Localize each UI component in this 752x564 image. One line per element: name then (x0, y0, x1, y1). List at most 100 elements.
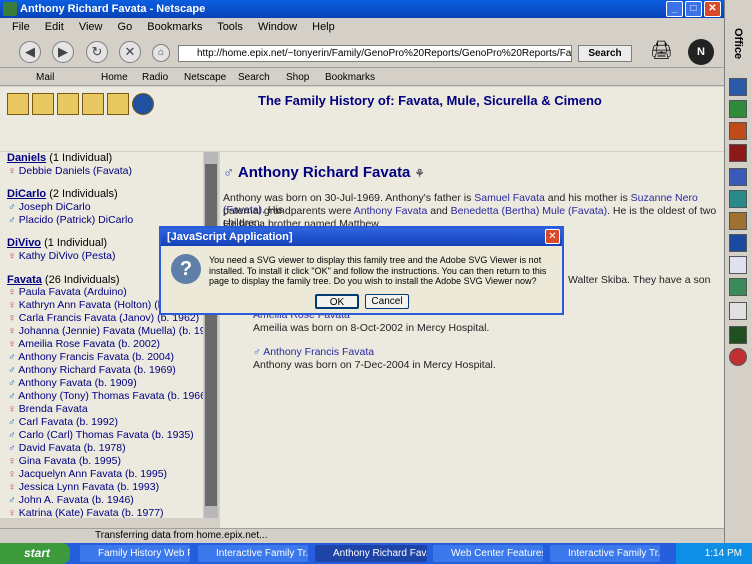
family-heading[interactable]: DiCarlo (2 Individuals) (7, 188, 118, 200)
shortcut-icon[interactable] (729, 278, 747, 296)
list-item[interactable]: ♀ Jessica Lynn Favata (b. 1993) (8, 481, 159, 493)
list-item[interactable]: ♀ Debbie Daniels (Favata) (8, 165, 132, 177)
bookmarks-link[interactable]: Bookmarks (325, 69, 375, 86)
list-item[interactable]: ♀ Katrina (Kate) Favata (b. 1977) (8, 507, 164, 518)
netscape-logo: N (688, 39, 714, 65)
menu-help[interactable]: Help (312, 21, 335, 33)
list-item[interactable]: ♀ Ameilia Rose Favata (b. 2002) (8, 338, 160, 350)
tree-icon[interactable] (107, 93, 129, 115)
menu-go[interactable]: Go (118, 21, 133, 33)
list-item[interactable]: ♀ Kathy DiVivo (Pesta) (8, 250, 115, 262)
home-icon[interactable]: ⌂ (152, 44, 170, 62)
list-item[interactable]: ♀ Paula Favata (Arduino) (8, 286, 127, 298)
back-icon[interactable]: ◀ (19, 41, 41, 63)
print-icon[interactable]: 🖨 (650, 40, 676, 64)
father-link[interactable]: Samuel Favata (474, 192, 545, 204)
family-heading[interactable]: Daniels (1 Individual) (7, 152, 112, 164)
person-heading: ♂ Anthony Richard Favata ⚘ (223, 164, 425, 181)
taskbar-item[interactable]: Anthony Richard Fav... (315, 545, 427, 562)
access-icon[interactable] (729, 144, 747, 162)
list-item[interactable]: ♀ Johanna (Jennie) Favata (Muella) (b. 1… (8, 325, 203, 337)
family-icon[interactable] (82, 93, 104, 115)
stop-icon[interactable]: ✕ (119, 41, 141, 63)
shortcut-icon[interactable] (729, 326, 747, 344)
list-item[interactable]: ♂ Anthony (Tony) Thomas Favata (b. 1966) (8, 390, 203, 402)
shortcut-icon[interactable] (729, 348, 747, 366)
word-icon[interactable] (729, 78, 747, 96)
dialog-message: You need a SVG viewer to display this fa… (209, 255, 547, 286)
shortcut-icon[interactable] (729, 234, 747, 252)
child-link[interactable]: ♂ Anthony Francis Favata (253, 346, 374, 358)
list-item[interactable]: ♂ Anthony Richard Favata (b. 1969) (8, 364, 176, 376)
dialog-close-button[interactable]: ✕ (545, 229, 560, 244)
office-shortcut-bar: Office (724, 0, 752, 543)
outlook-icon[interactable] (729, 168, 747, 186)
list-item[interactable]: ♀ Brenda Favata (8, 403, 88, 415)
list-item[interactable]: ♂ Anthony Favata (b. 1909) (8, 377, 137, 389)
taskbar-item[interactable]: Family History Web P... (80, 545, 190, 562)
minimize-button[interactable]: _ (666, 1, 683, 17)
family-heading[interactable]: Favata (26 Individuals) (7, 274, 120, 286)
home-nav-icon[interactable] (7, 93, 29, 115)
start-button[interactable]: start (0, 543, 70, 564)
reload-icon[interactable]: ↻ (86, 41, 108, 63)
radio-link[interactable]: Radio (142, 69, 168, 86)
search-button[interactable]: Search (578, 45, 632, 62)
spouse-text: Walter Skiba. They have a son (568, 274, 711, 286)
list-item[interactable]: ♀ Jacquelyn Ann Favata (b. 1995) (8, 468, 167, 480)
personal-toolbar: Mail Home Radio Netscape Search Shop Boo… (0, 69, 724, 86)
index-scrollbar[interactable] (204, 152, 218, 518)
ok-button[interactable]: OK (315, 294, 359, 309)
list-item[interactable]: ♂ Joseph DiCarlo (8, 201, 91, 213)
shop-link[interactable]: Shop (286, 69, 309, 86)
home-link[interactable]: Home (101, 69, 128, 86)
menu-tools[interactable]: Tools (217, 21, 243, 33)
menu-edit[interactable]: Edit (45, 21, 64, 33)
maximize-button[interactable]: □ (685, 1, 702, 17)
list-item[interactable]: ♂ Placido (Patrick) DiCarlo (8, 214, 133, 226)
mail-link[interactable]: Mail (36, 69, 54, 86)
list-item[interactable]: ♂ Carl Favata (b. 1992) (8, 416, 118, 428)
excel-icon[interactable] (729, 100, 747, 118)
scrollbar-thumb[interactable] (205, 164, 217, 506)
netscape-link[interactable]: Netscape (184, 69, 226, 86)
question-icon: ? (171, 254, 201, 284)
shortcut-icon[interactable] (729, 212, 747, 230)
taskbar-item[interactable]: Interactive Family Tr... (550, 545, 660, 562)
grandfather-link[interactable]: Anthony Favata (354, 205, 428, 217)
cancel-button[interactable]: Cancel (365, 294, 409, 309)
list-item[interactable]: ♂ Anthony Francis Favata (b. 2004) (8, 351, 174, 363)
url-field[interactable]: http://home.epix.net/~tonyerin/Family/Ge… (178, 45, 572, 62)
list-item[interactable]: ♂ Carlo (Carl) Thomas Favata (b. 1935) (8, 429, 194, 441)
status-text: Transferring data from home.epix.net... (95, 530, 268, 541)
menu-window[interactable]: Window (258, 21, 297, 33)
folder-icon[interactable] (32, 93, 54, 115)
family-tree-icon[interactable]: ⚘ (415, 168, 425, 180)
globe-icon[interactable] (132, 93, 154, 115)
person-icon[interactable] (57, 93, 79, 115)
netscape-icon (3, 2, 17, 16)
grandmother-link[interactable]: Benedetta (Bertha) Mule (Favata) (451, 205, 607, 217)
shortcut-icon[interactable] (729, 256, 747, 274)
list-item[interactable]: ♂ John A. Favata (b. 1946) (8, 494, 134, 506)
shortcut-icon[interactable] (729, 302, 747, 320)
publisher-icon[interactable] (729, 190, 747, 208)
navigation-toolbar: ◀ ▶ ↻ ✕ ⌂ http://home.epix.net/~tonyerin… (0, 36, 724, 68)
index-panel: Daniels (1 Individual) ♀ Debbie Daniels … (0, 152, 203, 518)
child-born-text: Anthony was born on 7-Dec-2004 in Mercy … (253, 359, 496, 371)
menu-bookmarks[interactable]: Bookmarks (147, 21, 202, 33)
list-item[interactable]: ♂ David Favata (b. 1978) (8, 442, 126, 454)
menu-file[interactable]: File (12, 21, 30, 33)
page-banner: The Family History of: Favata, Mule, Sic… (0, 87, 724, 151)
search-link[interactable]: Search (238, 69, 270, 86)
forward-icon[interactable]: ▶ (52, 41, 74, 63)
family-heading[interactable]: DiVivo (1 Individual) (7, 237, 107, 249)
taskbar-item[interactable]: Web Center Features... (433, 545, 543, 562)
menu-view[interactable]: View (79, 21, 103, 33)
powerpoint-icon[interactable] (729, 122, 747, 140)
close-button[interactable]: ✕ (704, 1, 721, 17)
list-item[interactable]: ♀ Gina Favata (b. 1995) (8, 455, 121, 467)
list-item[interactable]: ♀ Kathryn Ann Favata (Holton) (b. (8, 299, 166, 311)
title-bar: Anthony Richard Favata - Netscape _ □ ✕ (0, 0, 724, 18)
taskbar-item[interactable]: Interactive Family Tr... (198, 545, 308, 562)
